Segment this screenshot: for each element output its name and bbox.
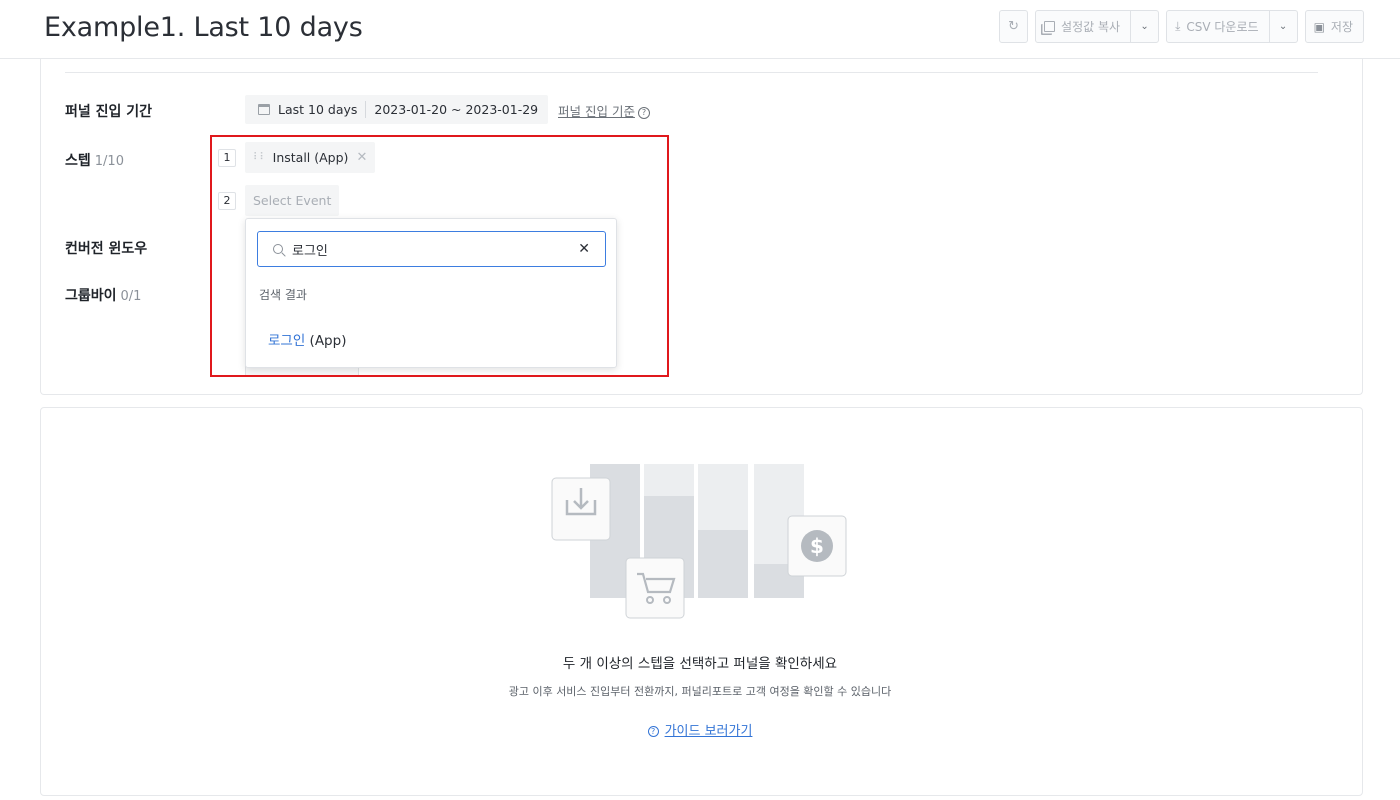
toolbar: ↻ 설정값 복사 ⌄ ⤓ CSV 다운로드 ⌄ ▣ 저장	[999, 10, 1364, 43]
refresh-icon: ↻	[1008, 19, 1019, 34]
csv-download-label: CSV 다운로드	[1186, 20, 1259, 34]
date-range-picker[interactable]: Last 10 days 2023-01-20 ~ 2023-01-29	[245, 95, 549, 124]
group-by-label: 그룹바이 0/1	[65, 288, 142, 304]
steps-label: 스텝 1/10	[65, 153, 124, 169]
help-icon[interactable]: ?	[637, 107, 650, 119]
help-icon: ?	[647, 726, 659, 737]
page-title: Example1. Last 10 days	[44, 12, 363, 43]
dollar-icon: $	[787, 515, 847, 577]
divider	[65, 72, 1318, 73]
copy-icon	[1044, 21, 1056, 32]
conversion-window-label: 컨버전 윈도우	[65, 241, 148, 257]
chevron-down-icon[interactable]: ⌄	[1268, 11, 1297, 42]
download-icon: ⤓	[1175, 19, 1181, 33]
empty-state-title: 두 개 이상의 스텝을 선택하고 퍼널을 확인하세요	[562, 656, 838, 672]
period-label: 퍼널 진입 기간	[65, 104, 153, 120]
save-label: 저장	[1330, 20, 1353, 34]
refresh-button[interactable]: ↻	[999, 10, 1029, 43]
copy-settings-label: 설정값 복사	[1061, 20, 1121, 34]
copy-settings-button[interactable]: 설정값 복사 ⌄	[1035, 10, 1160, 43]
save-icon: ▣	[1313, 19, 1325, 34]
date-preset: Last 10 days	[278, 102, 358, 117]
date-range: 2023-01-20 ~ 2023-01-29	[374, 102, 539, 117]
svg-text:$: $	[810, 534, 824, 558]
calendar-icon	[258, 104, 270, 115]
steps-count: 1/10	[94, 154, 124, 169]
empty-state-subtitle: 광고 이후 서비스 진입부터 전환까지, 퍼널리포트로 고객 여정을 확인할 수…	[508, 685, 892, 698]
annotation-highlight-box	[210, 135, 669, 377]
chevron-down-icon[interactable]: ⌄	[1130, 11, 1158, 42]
download-icon	[551, 477, 611, 541]
page-header: Example1. Last 10 days ↻ 설정값 복사 ⌄ ⤓ CSV 다…	[0, 0, 1400, 59]
funnel-criteria-link[interactable]: 퍼널 진입 기준?	[558, 101, 650, 120]
funnel-illustration: $	[551, 464, 847, 619]
guide-link[interactable]: ? 가이드 보러가기	[0, 720, 1400, 739]
csv-download-button[interactable]: ⤓ CSV 다운로드 ⌄	[1166, 10, 1298, 43]
save-button[interactable]: ▣ 저장	[1304, 10, 1364, 43]
cart-icon	[625, 557, 685, 619]
group-by-count: 0/1	[120, 289, 142, 304]
